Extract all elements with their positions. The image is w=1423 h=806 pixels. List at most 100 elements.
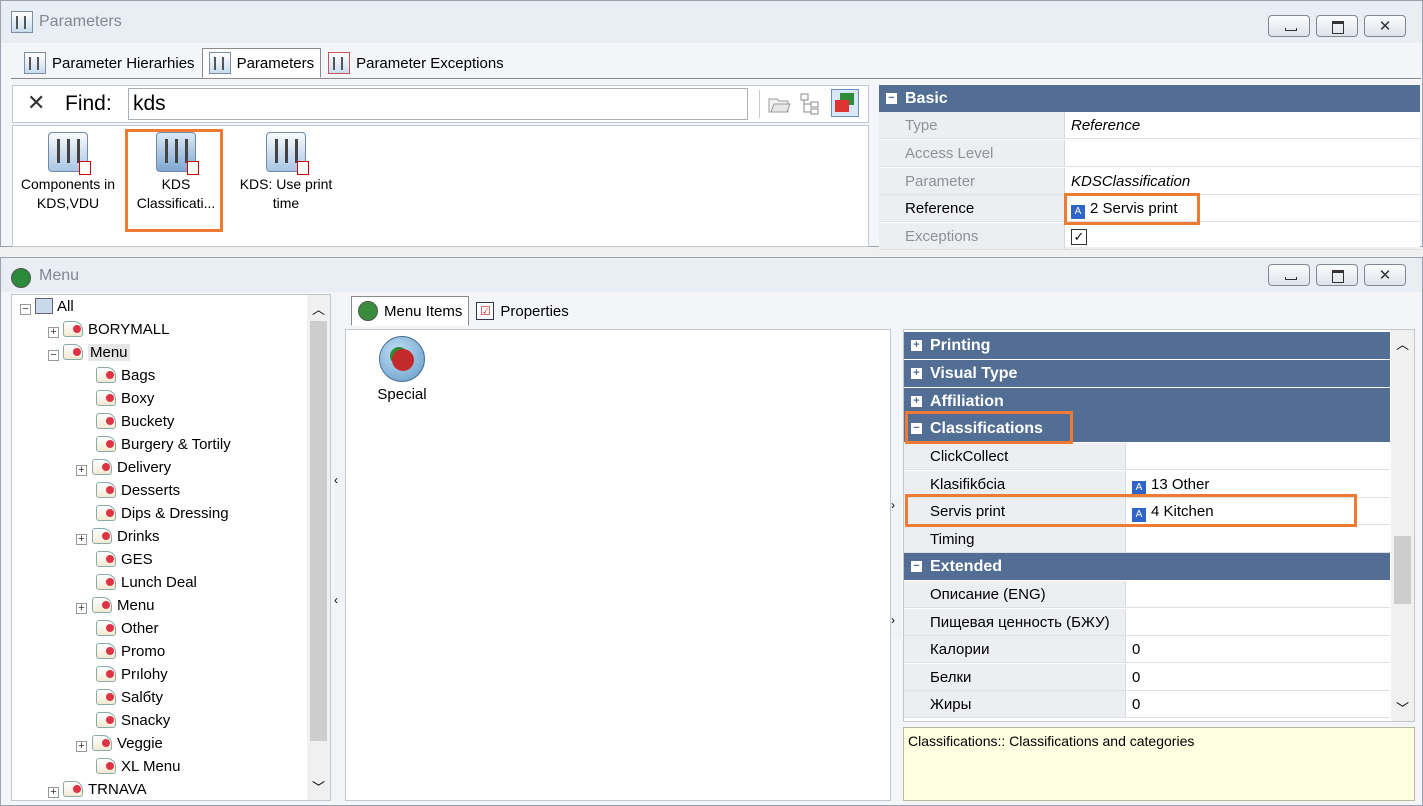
title-bar[interactable]: Parameters ✕ [1,1,1422,43]
parameter-icon [156,132,199,175]
expand-right-icon[interactable]: › [891,498,895,512]
tree-node-bags[interactable]: Bags [96,364,155,387]
tree-node-drinks[interactable]: + Drinks [76,525,160,548]
tree-node-promo[interactable]: Promo [96,640,165,663]
tree-node-menu[interactable]: − Menu [48,341,130,364]
parameters-icon [208,52,231,74]
window-title: Parameters [39,13,122,30]
root-icon [35,298,53,314]
row-servis-print[interactable]: Servis print A 4 Kitchen [904,498,1390,525]
category-visual-type[interactable]: + Visual Type [904,360,1390,387]
maximize-button[interactable] [1316,264,1358,286]
tree-node-borymall[interactable]: + BORYMALL [48,318,169,341]
tree-node-other[interactable]: Other [96,617,159,640]
tab-parameters[interactable]: Parameters [201,48,322,78]
folder-icon [96,551,116,567]
grid-scrollbar[interactable]: ︿ ﹀ [1391,330,1414,721]
tree-node-menu-sub[interactable]: + Menu [76,594,155,617]
tree-node-burgery[interactable]: Burgery & Tortily [96,433,231,456]
open-folder-icon[interactable] [767,92,791,116]
menu-app-icon [11,268,31,288]
parameter-icon [266,132,309,175]
right-splitter[interactable]: › › [891,498,901,638]
minimize-button[interactable] [1268,264,1310,286]
tree-node-snacky[interactable]: Snacky [96,709,170,732]
scroll-up-icon[interactable]: ︿ [1391,334,1414,353]
category-basic[interactable]: − Basic [879,85,1420,112]
tree-scrollbar[interactable]: ︿ ﹀ [307,295,330,800]
tree-node-desserts[interactable]: Desserts [96,479,180,502]
tree-node-prilohy[interactable]: Prılohy [96,663,168,686]
tree-node-boxy[interactable]: Boxy [96,387,154,410]
tree-node-veggie[interactable]: + Veggie [76,732,163,755]
view-mode-icon[interactable] [831,89,859,117]
menu-items-icon [358,301,378,321]
tree-node-trnava[interactable]: + TRNAVA [48,778,147,800]
tab-parameter-exceptions[interactable]: Parameter Exceptions [321,48,511,78]
tree-view-icon[interactable] [799,92,823,116]
tree-node-delivery[interactable]: + Delivery [76,456,171,479]
close-button[interactable]: ✕ [1364,264,1406,286]
row-exceptions[interactable]: Exceptions ✓ [879,223,1420,250]
tab-parameter-hierarhies[interactable]: Parameter Hierarhies [17,48,202,78]
row-parameter[interactable]: Parameter KDSClassification [879,168,1420,195]
tree-node-all[interactable]: − All [20,295,74,318]
menu-tree: − All + BORYMALL − Menu Bags Boxy Buckety B… [11,294,331,801]
scroll-down-icon[interactable]: ﹀ [1391,698,1414,717]
category-extended[interactable]: − Extended [904,553,1390,580]
tab-menu-items[interactable]: Menu Items [351,296,470,326]
param-item-kds-classification[interactable]: KDS Classificati... [129,132,223,213]
row-nutrition[interactable]: Пищевая ценность (БЖУ) [904,609,1390,636]
exceptions-checkbox[interactable]: ✓ [1071,229,1087,245]
row-zhiry[interactable]: Жиры 0 [904,691,1390,718]
expand-right-icon-2[interactable]: › [891,613,895,627]
collapse-left-icon-2[interactable]: ‹ [334,593,338,607]
close-button[interactable]: ✕ [1364,15,1406,37]
close-icon: ✕ [1378,267,1392,284]
row-access-level[interactable]: Access Level [879,140,1420,167]
row-reference[interactable]: Reference A 2 Servis print [879,195,1420,222]
category-classifications[interactable]: − Classifications [904,415,1390,442]
menu-item-special[interactable]: Special [368,336,436,403]
folder-icon [96,666,116,682]
tree-node-dips[interactable]: Dips & Dressing [96,502,229,525]
tab-properties[interactable]: ☑ Properties [469,296,575,326]
param-item-kds-use-print-time[interactable]: KDS: Use print time [233,132,339,213]
row-kalorii[interactable]: Калории 0 [904,636,1390,663]
tree-node-salaty[interactable]: Salбty [96,686,163,709]
folder-icon [92,597,112,613]
properties-icon: ☑ [476,302,495,320]
folder-icon [96,413,116,429]
folder-icon [63,781,83,797]
scroll-thumb[interactable] [310,321,327,741]
tree-node-lunch-deal[interactable]: Lunch Deal [96,571,197,594]
category-printing[interactable]: + Printing [904,332,1390,359]
minimize-button[interactable] [1268,15,1310,37]
row-timing[interactable]: Timing [904,526,1390,553]
clear-find-icon[interactable]: ✕ [27,90,45,116]
folder-icon [96,436,116,452]
tree-node-ges[interactable]: GES [96,548,153,571]
tree-node-xl-menu[interactable]: XL Menu [96,755,180,778]
folder-icon [96,482,116,498]
scroll-thumb[interactable] [1394,536,1411,604]
folder-icon [96,620,116,636]
maximize-button[interactable] [1316,15,1358,37]
row-opisanie[interactable]: Описание (ENG) [904,581,1390,608]
folder-icon [96,712,116,728]
folder-icon [96,643,116,659]
scroll-up-icon[interactable]: ︿ [307,299,330,318]
scroll-down-icon[interactable]: ﹀ [307,777,330,796]
param-item-components[interactable]: Components in KDS,VDU [13,132,123,213]
tree-node-buckety[interactable]: Buckety [96,410,174,433]
row-clickcollect[interactable]: ClickCollect [904,443,1390,470]
category-affiliation[interactable]: + Affiliation [904,388,1390,415]
parameter-icon [48,132,91,175]
title-bar[interactable]: Menu ✕ [1,258,1422,292]
row-type[interactable]: Type Reference [879,112,1420,139]
collapse-left-icon[interactable]: ‹ [334,473,338,487]
row-klasifikacia[interactable]: Klasifikбcia A 13 Other [904,471,1390,498]
find-input[interactable] [128,88,748,120]
row-belki[interactable]: Белки 0 [904,664,1390,691]
left-splitter[interactable]: ‹ ‹ [334,473,344,607]
